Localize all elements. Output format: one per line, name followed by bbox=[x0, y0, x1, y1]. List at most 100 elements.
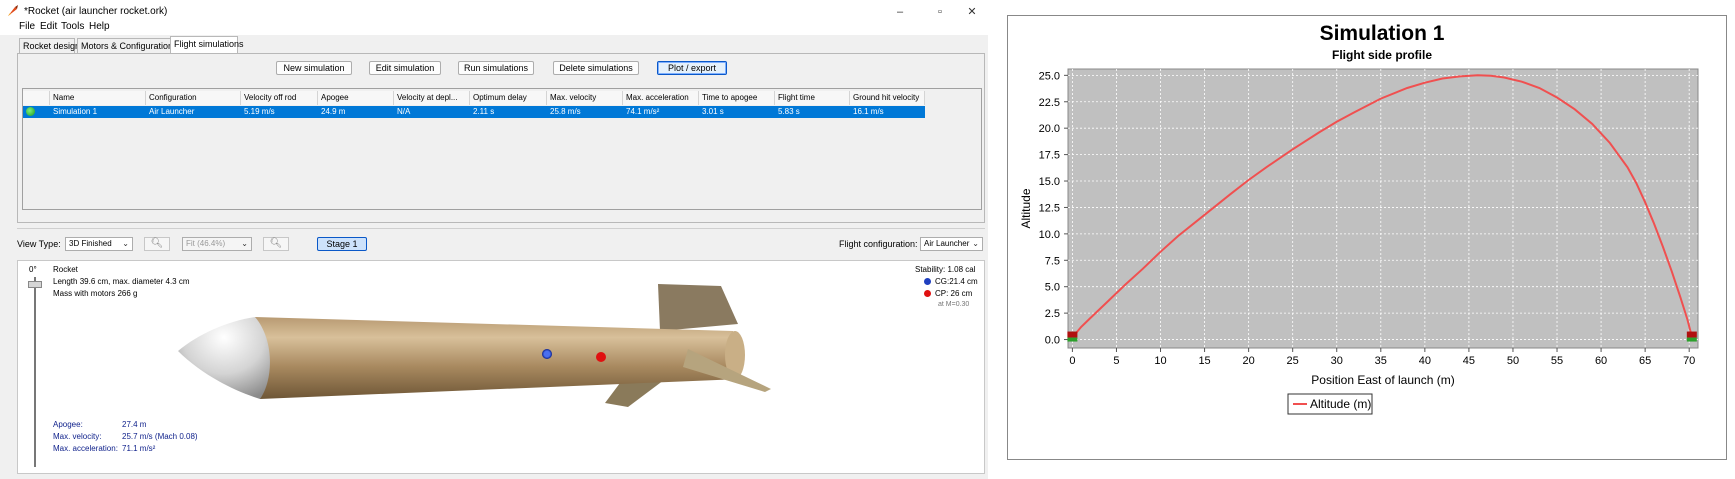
launch-marker-icon bbox=[1067, 331, 1078, 338]
rocket-3d-view[interactable]: 0° Rocket Length 39.6 cm, max. diameter … bbox=[17, 260, 985, 474]
mach-note: at M=0.30 bbox=[938, 301, 970, 308]
zoom-in-icon[interactable]: 🔍︎ bbox=[144, 237, 170, 251]
openrocket-window: *Rocket (air launcher rocket.ork) – ▫ ✕ … bbox=[0, 0, 988, 479]
x-tick-label: 20 bbox=[1243, 355, 1255, 367]
x-tick-label: 30 bbox=[1331, 355, 1343, 367]
edit-simulation-button[interactable]: Edit simulation bbox=[369, 61, 441, 75]
column-header-configuration[interactable]: Configuration bbox=[146, 91, 241, 105]
chevron-down-icon: ⌄ bbox=[972, 239, 979, 248]
window-title: *Rocket (air launcher rocket.ork) bbox=[24, 6, 168, 17]
cg-value: CG:21.4 cm bbox=[935, 277, 978, 286]
stat-value-max-velocity: 25.7 m/s (Mach 0.08) bbox=[122, 432, 198, 441]
status-column-header[interactable] bbox=[23, 91, 50, 105]
flight-configuration-value: Air Launcher bbox=[924, 239, 970, 248]
stat-label-max-velocity: Max. velocity: bbox=[53, 432, 102, 441]
column-header-max-acceleration[interactable]: Max. acceleration bbox=[623, 91, 699, 105]
column-header-apogee[interactable]: Apogee bbox=[318, 91, 394, 105]
cell-apogee: 24.9 m bbox=[321, 107, 346, 116]
x-tick-label: 10 bbox=[1154, 355, 1166, 367]
cell-time-to-apogee: 3.01 s bbox=[702, 107, 724, 116]
stage-1-button[interactable]: Stage 1 bbox=[317, 237, 367, 251]
zoom-select[interactable]: Fit (46.4%) ⌄ bbox=[182, 237, 252, 251]
chart-title: Simulation 1 bbox=[1320, 22, 1445, 45]
cg-marker-icon bbox=[924, 278, 931, 285]
x-tick-label: 0 bbox=[1069, 355, 1075, 367]
slider-thumb[interactable] bbox=[28, 281, 42, 288]
zoom-value: Fit (46.4%) bbox=[186, 239, 226, 248]
simulations-table: Name Configuration Velocity off rod Apog… bbox=[22, 88, 982, 210]
stat-value-apogee: 27.4 m bbox=[122, 420, 147, 429]
run-simulations-button[interactable]: Run simulations bbox=[458, 61, 534, 75]
simulation-status-icon bbox=[26, 107, 35, 116]
table-header: Name Configuration Velocity off rod Apog… bbox=[23, 91, 981, 105]
plot-area bbox=[1067, 68, 1699, 349]
column-header-velocity-at-deployment[interactable]: Velocity at depl... bbox=[394, 91, 470, 105]
y-tick-label: 2.5 bbox=[1045, 308, 1060, 320]
column-header-flight-time[interactable]: Flight time bbox=[775, 91, 850, 105]
ground-marker-icon bbox=[1067, 337, 1078, 342]
tab-motors-configuration[interactable]: Motors & Configuration bbox=[77, 38, 173, 54]
view-toolbar: View Type: 3D Finished ⌄ 🔍︎ Fit (46.4%) … bbox=[17, 236, 985, 256]
rocket-app-icon bbox=[8, 5, 18, 16]
x-tick-label: 60 bbox=[1595, 355, 1607, 367]
x-axis-label: Position East of launch (m) bbox=[1311, 373, 1454, 387]
cell-optimum-delay: 2.11 s bbox=[473, 107, 495, 116]
delete-simulations-button[interactable]: Delete simulations bbox=[553, 61, 639, 75]
new-simulation-button[interactable]: New simulation bbox=[276, 61, 352, 75]
menu-bar: File Edit Tools Help bbox=[0, 19, 988, 35]
menu-tools[interactable]: Tools bbox=[61, 21, 84, 32]
y-tick-label: 17.5 bbox=[1039, 150, 1060, 162]
x-tick-label: 35 bbox=[1375, 355, 1387, 367]
column-header-max-velocity[interactable]: Max. velocity bbox=[547, 91, 623, 105]
x-tick-label: 65 bbox=[1639, 355, 1651, 367]
cell-name: Simulation 1 bbox=[53, 107, 98, 116]
y-tick-label: 0.0 bbox=[1045, 335, 1060, 347]
column-header-time-to-apogee[interactable]: Time to apogee bbox=[699, 91, 775, 105]
column-header-ground-hit-velocity[interactable]: Ground hit velocity bbox=[850, 91, 925, 105]
nose-cone bbox=[178, 317, 270, 399]
tab-rocket-design[interactable]: Rocket design bbox=[19, 38, 80, 54]
cp-marker-icon bbox=[924, 290, 931, 297]
rocket-3d-model bbox=[178, 284, 771, 407]
cp-value: CP: 26 cm bbox=[935, 289, 973, 298]
flight-configuration-select[interactable]: Air Launcher ⌄ bbox=[920, 237, 983, 251]
split-pane-divider[interactable] bbox=[17, 228, 985, 230]
column-header-name[interactable]: Name bbox=[50, 91, 146, 105]
stat-value-max-acceleration: 71.1 m/s² bbox=[122, 444, 156, 453]
x-tick-label: 55 bbox=[1551, 355, 1563, 367]
rotation-slider[interactable]: 0° bbox=[26, 265, 44, 467]
chevron-down-icon: ⌄ bbox=[241, 239, 248, 248]
x-tick-label: 5 bbox=[1113, 355, 1119, 367]
cell-ground-hit-velocity: 16.1 m/s bbox=[853, 107, 884, 116]
cell-configuration: Air Launcher bbox=[149, 107, 195, 116]
y-tick-label: 5.0 bbox=[1045, 282, 1060, 294]
rotation-angle-label: 0° bbox=[29, 265, 37, 274]
table-row[interactable]: Simulation 1 Air Launcher 5.19 m/s 24.9 … bbox=[23, 106, 925, 118]
chart-subtitle: Flight side profile bbox=[1332, 48, 1432, 62]
stat-label-apogee: Apogee: bbox=[53, 420, 83, 429]
menu-file[interactable]: File bbox=[19, 21, 35, 32]
body-tube bbox=[255, 317, 741, 399]
flight-profile-chart[interactable]: Simulation 1 Flight side profile 0 5 10 15 2… bbox=[1008, 16, 1728, 461]
column-header-velocity-off-rod[interactable]: Velocity off rod bbox=[241, 91, 318, 105]
stability-value: Stability: 1.08 cal bbox=[915, 265, 976, 274]
landing-marker-icon bbox=[1686, 331, 1697, 338]
flight-configuration-label: Flight configuration: bbox=[839, 239, 918, 249]
column-header-optimum-delay[interactable]: Optimum delay bbox=[470, 91, 547, 105]
cell-flight-time: 5.83 s bbox=[778, 107, 800, 116]
top-fin bbox=[658, 284, 738, 331]
x-tick-label: 70 bbox=[1683, 355, 1695, 367]
menu-help[interactable]: Help bbox=[89, 21, 110, 32]
cell-max-acceleration: 74.1 m/s² bbox=[626, 107, 660, 116]
y-tick-label: 10.0 bbox=[1039, 229, 1060, 241]
zoom-out-icon[interactable]: 🔍︎ bbox=[263, 237, 289, 251]
view-type-select[interactable]: 3D Finished ⌄ bbox=[65, 237, 133, 251]
cell-velocity-off-rod: 5.19 m/s bbox=[244, 107, 275, 116]
stat-label-max-acceleration: Max. acceleration: bbox=[53, 444, 118, 453]
cg-marker-icon bbox=[542, 349, 552, 359]
y-axis-label: Altitude bbox=[1019, 188, 1033, 228]
plot-export-button[interactable]: Plot / export bbox=[657, 61, 727, 75]
rocket-name: Rocket bbox=[53, 265, 78, 274]
menu-edit[interactable]: Edit bbox=[40, 21, 57, 32]
y-tick-label: 12.5 bbox=[1039, 202, 1060, 214]
